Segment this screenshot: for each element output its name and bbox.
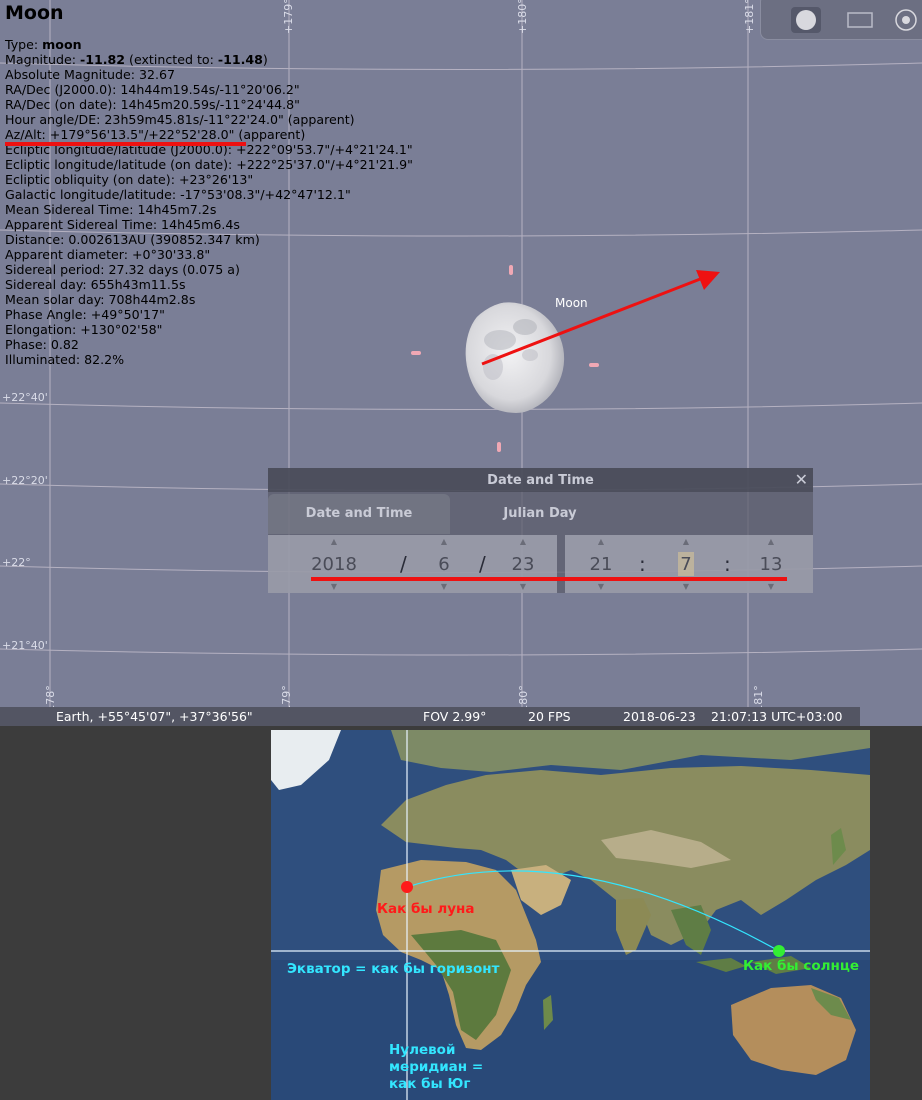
dialog-titlebar[interactable]: Date and Time ✕ (268, 468, 813, 492)
grid-label-alt: +22°20' (2, 474, 48, 487)
info-line-azalt: Az/Alt: +179°56'13.5"/+22°52'28.0" (appa… (5, 127, 306, 142)
window-icon[interactable] (843, 5, 877, 35)
date-separator: / (400, 552, 407, 576)
info-line: Elongation: +130°02'58" (5, 322, 163, 337)
info-line: Mean solar day: 708h44m2.8s (5, 292, 196, 307)
info-line: Sidereal day: 655h43m11.5s (5, 277, 186, 292)
info-line: RA/Dec (J2000.0): 14h44m19.54s/-11°20'06… (5, 82, 300, 97)
time-separator: : (639, 552, 646, 576)
month-spinbox[interactable]: 6 (414, 554, 474, 575)
moon-map-label: Как бы луна (377, 901, 475, 917)
year-down-arrow[interactable]: ▼ (324, 582, 344, 591)
grid-label-az: +181° (743, 0, 756, 34)
info-line: Apparent diameter: +0°30'33.8" (5, 247, 211, 262)
tab-date-and-time[interactable]: Date and Time (268, 494, 450, 534)
grid-label-alt: +22° (2, 556, 31, 569)
screenshot-root: +22°40' +22°20' +22° +21°40' +179° +180°… (0, 0, 922, 1100)
info-line: Ecliptic obliquity (on date): +23°26'13" (5, 172, 254, 187)
info-line: Galactic longitude/latitude: -17°53'08.3… (5, 187, 351, 202)
minute-down-arrow[interactable]: ▼ (676, 582, 696, 591)
hour-spinbox[interactable]: 21 (571, 554, 631, 575)
top-toolbar (760, 0, 922, 40)
hour-down-arrow[interactable]: ▼ (591, 582, 611, 591)
world-map-image (271, 730, 870, 1100)
info-line: Distance: 0.002613AU (390852.347 km) (5, 232, 260, 247)
second-up-arrow[interactable]: ▲ (761, 537, 781, 546)
info-line: Phase Angle: +49°50'17" (5, 307, 165, 322)
status-location: Earth, +55°45'07", +37°36'56" (56, 709, 253, 724)
second-spinbox[interactable]: 13 (741, 554, 801, 575)
second-down-arrow[interactable]: ▼ (761, 582, 781, 591)
close-icon[interactable]: ✕ (795, 470, 808, 489)
meridian-map-label-line1: Нулевой (389, 1042, 456, 1058)
info-line: Hour angle/DE: 23h59m45.81s/-11°22'24.0"… (5, 112, 355, 127)
azalt-underline (5, 142, 246, 146)
year-spinbox[interactable]: 2018 (304, 554, 364, 575)
day-down-arrow[interactable]: ▼ (513, 582, 533, 591)
target-icon[interactable] (889, 5, 922, 35)
moon-point (401, 881, 413, 893)
equator-map-label: Экватор = как бы горизонт (287, 961, 500, 977)
info-line: Absolute Magnitude: 32.67 (5, 67, 176, 82)
info-line: Phase: 0.82 (5, 337, 79, 352)
grid-line-alt-2140 (0, 648, 922, 656)
month-down-arrow[interactable]: ▼ (434, 582, 454, 591)
info-line: Apparent Sidereal Time: 14h45m6.4s (5, 217, 240, 232)
tab-julian-day[interactable]: Julian Day (450, 494, 630, 534)
date-separator: / (479, 552, 486, 576)
sun-map-label: Как бы солнце (743, 958, 859, 974)
minute-spinbox[interactable]: 7 (656, 554, 716, 575)
meridian-map-label-line2: меридиан = (389, 1059, 484, 1075)
info-line: RA/Dec (on date): 14h45m20.59s/-11°24'44… (5, 97, 300, 112)
direction-arrow (481, 270, 720, 366)
info-line: Mean Sidereal Time: 14h45m7.2s (5, 202, 217, 217)
date-time-dialog: Date and Time ✕ Date and Time Julian Day… (268, 468, 813, 593)
month-up-arrow[interactable]: ▲ (434, 537, 454, 546)
earth-map: Как бы луна Как бы солнце Экватор = как … (271, 730, 870, 1100)
object-title: Moon (5, 2, 64, 24)
year-up-arrow[interactable]: ▲ (324, 537, 344, 546)
info-line: Sidereal period: 27.32 days (0.075 a) (5, 262, 240, 277)
dialog-title: Date and Time (487, 473, 594, 488)
status-bar: Earth, +55°45'07", +37°36'56" FOV 2.99° … (0, 707, 860, 726)
status-fps: 20 FPS (528, 709, 571, 724)
info-line-magnitude: Magnitude: -11.82 (extincted to: -11.48) (5, 52, 268, 67)
minute-up-arrow[interactable]: ▲ (676, 537, 696, 546)
info-line: Illuminated: 82.2% (5, 352, 125, 367)
info-line: Ecliptic longitude/latitude (on date): +… (5, 157, 413, 172)
status-date: 2018-06-23 (623, 709, 696, 724)
stellarium-sky-view[interactable]: +22°40' +22°20' +22° +21°40' +179° +180°… (0, 0, 922, 726)
grid-label-az: +180° (516, 0, 529, 34)
time-separator: : (724, 552, 731, 576)
grid-label-alt: +21°40' (2, 639, 48, 652)
planet-icon[interactable] (789, 5, 823, 35)
status-fov: FOV 2.99° (423, 709, 487, 724)
info-line-type: Type: moon (5, 37, 82, 52)
hour-up-arrow[interactable]: ▲ (591, 537, 611, 546)
status-time: 21:07:13 UTC+03:00 (711, 709, 843, 724)
grid-label-az: +179° (282, 0, 295, 34)
sun-point (773, 945, 785, 957)
datetime-underline (311, 577, 787, 581)
day-spinbox[interactable]: 23 (493, 554, 553, 575)
day-up-arrow[interactable]: ▲ (513, 537, 533, 546)
meridian-map-label-line3: как бы Юг (389, 1076, 471, 1092)
grid-label-alt: +22°40' (2, 391, 48, 404)
object-info-panel: Type: moon Magnitude: -11.82 (extincted … (5, 37, 413, 367)
